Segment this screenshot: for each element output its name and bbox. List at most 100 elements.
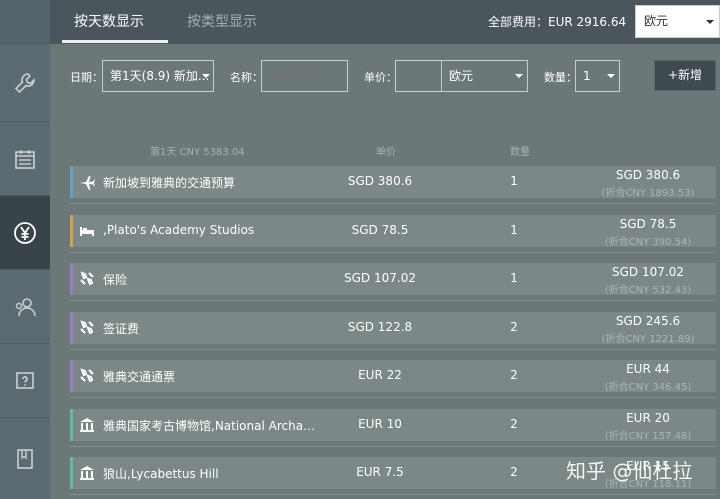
item-cny: (折合CNY 346.45) — [604, 382, 692, 393]
header-currency-value: 欧元 — [644, 14, 669, 28]
price-label: 单价： — [364, 71, 397, 84]
item-cny: (折合CNY 532.43) — [604, 285, 692, 296]
tab-by-day[interactable]: 按天数显示 — [74, 0, 144, 44]
price-currency-select[interactable]: 欧元 — [441, 60, 528, 92]
header: 按天数显示 按类型显示 全部费用：EUR 2916.64 欧元 — [50, 0, 720, 44]
category-color-bar — [70, 166, 73, 198]
item-price: EUR 10 — [358, 417, 402, 431]
date-select[interactable]: 第1天(8.9) 新加... — [102, 60, 214, 92]
sidebar-top — [0, 0, 50, 44]
sidebar-item-tools[interactable] — [0, 44, 50, 122]
row-divider — [70, 446, 716, 447]
item-qty: 2 — [510, 368, 518, 382]
table-row[interactable]: 雅典交通通票 EUR 22 2 EUR 44 (折合CNY 346.45) — [70, 360, 716, 393]
date-label: 日期： — [70, 71, 103, 84]
item-subtotal: SGD 245.6 — [615, 314, 681, 328]
row-divider — [70, 494, 716, 495]
item-qty: 2 — [510, 417, 518, 431]
chevron-down-icon — [515, 74, 523, 78]
chevron-down-icon — [202, 74, 210, 78]
item-price: EUR 22 — [358, 368, 402, 382]
item-cny: (折合CNY 1893.53) — [601, 188, 695, 199]
qty-select[interactable]: 1 — [575, 60, 620, 92]
item-subtotal: EUR 20 — [626, 411, 670, 425]
gear-icon — [79, 368, 95, 384]
item-qty: 2 — [510, 465, 518, 479]
price-input[interactable] — [395, 60, 442, 92]
header-currency-select[interactable]: 欧元 — [635, 5, 720, 38]
sidebar-item-schedule[interactable] — [0, 122, 50, 196]
category-color-bar — [70, 409, 73, 441]
item-name: 保险 — [103, 273, 128, 287]
item-qty: 1 — [510, 174, 518, 188]
qty-select-value: 1 — [583, 69, 591, 83]
calendar-icon — [15, 149, 35, 169]
row-divider — [70, 203, 716, 204]
item-subtotal: SGD 380.6 — [615, 168, 681, 182]
active-tab-indicator — [62, 40, 168, 43]
item-name: 雅典交通通票 — [103, 370, 176, 384]
gear-icon — [79, 320, 95, 336]
category-color-bar — [70, 263, 73, 295]
date-select-value: 第1天(8.9) 新加... — [110, 69, 210, 83]
item-name: ,Plato's Academy Studios — [103, 223, 255, 237]
name-label: 名称： — [230, 71, 263, 84]
qty-header: 数量 — [510, 147, 530, 158]
day-header: 第1天 CNY 5383.04 — [150, 147, 245, 158]
table-row[interactable]: 保险 SGD 107.02 1 SGD 107.02 (折合CNY 532.43) — [70, 263, 716, 296]
row-divider — [70, 300, 716, 301]
sidebar-item-notes[interactable] — [0, 418, 50, 499]
item-name: 新加坡到雅典的交通预算 — [103, 176, 236, 190]
category-color-bar — [70, 312, 73, 344]
filter-bar: 日期： 第1天(8.9) 新加... 名称： 单价： 欧元 数量： 1 +新增 — [50, 44, 720, 106]
name-input[interactable] — [269, 70, 347, 83]
table-row[interactable]: 签证费 SGD 122.8 2 SGD 245.6 (折合CNY 1221.89) — [70, 312, 716, 345]
category-color-bar — [70, 360, 73, 392]
plane-icon — [79, 174, 95, 190]
item-price: SGD 122.8 — [347, 320, 413, 334]
row-divider — [70, 349, 716, 350]
item-qty: 1 — [510, 271, 518, 285]
chevron-down-icon — [706, 20, 714, 24]
table-header: 第1天 CNY 5383.04 单价 数量 — [50, 140, 720, 160]
item-name: 签证费 — [103, 322, 140, 336]
item-cny: (折合CNY 157.48) — [604, 431, 692, 442]
row-divider — [70, 252, 716, 253]
add-button[interactable]: +新增 — [654, 60, 716, 91]
chevron-down-icon — [607, 74, 615, 78]
category-color-bar — [70, 215, 73, 247]
item-price: EUR 7.5 — [356, 465, 404, 479]
item-cny: (折合CNY 1221.89) — [601, 334, 695, 345]
item-name: 狼山,Lycabettus Hill — [103, 467, 219, 481]
sidebar-item-help[interactable] — [0, 344, 50, 418]
bed-icon — [79, 223, 95, 239]
item-subtotal: SGD 107.02 — [612, 265, 684, 279]
book-icon — [17, 448, 33, 469]
museum-icon — [79, 417, 95, 433]
table-row[interactable]: 雅典国家考古博物馆,National Archaeol... EUR 10 2 EUR… — [70, 409, 716, 442]
item-subtotal: SGD 78.5 — [619, 217, 677, 231]
table-row[interactable]: ,Plato's Academy Studios SGD 78.5 1 SGD 78.… — [70, 215, 716, 248]
table-row[interactable]: 新加坡到雅典的交通预算 SGD 380.6 1 SGD 380.6 (折合CNY 189… — [70, 166, 716, 199]
category-color-bar — [70, 457, 73, 489]
watermark: 知乎 @仙杜拉 — [566, 459, 693, 483]
tab-by-type[interactable]: 按类型显示 — [187, 0, 257, 44]
item-price: SGD 107.02 — [344, 271, 416, 285]
sidebar-item-expenses[interactable] — [0, 196, 50, 270]
total-cost: 全部费用：EUR 2916.64 — [488, 15, 627, 29]
sidebar-item-people[interactable] — [0, 270, 50, 344]
item-cny: (折合CNY 390.54) — [604, 237, 692, 248]
gear-icon — [79, 271, 95, 287]
help-icon — [16, 371, 34, 389]
people-icon — [15, 297, 36, 316]
name-field[interactable] — [261, 60, 348, 92]
price-header: 单价 — [376, 147, 396, 158]
item-price: SGD 78.5 — [351, 223, 409, 237]
item-qty: 2 — [510, 320, 518, 334]
sidebar — [0, 0, 50, 499]
wrench-icon — [14, 72, 35, 93]
item-name: 雅典国家考古博物馆,National Archaeol... — [103, 419, 321, 433]
museum-icon — [79, 465, 95, 481]
item-qty: 1 — [510, 223, 518, 237]
yen-icon — [14, 221, 36, 244]
